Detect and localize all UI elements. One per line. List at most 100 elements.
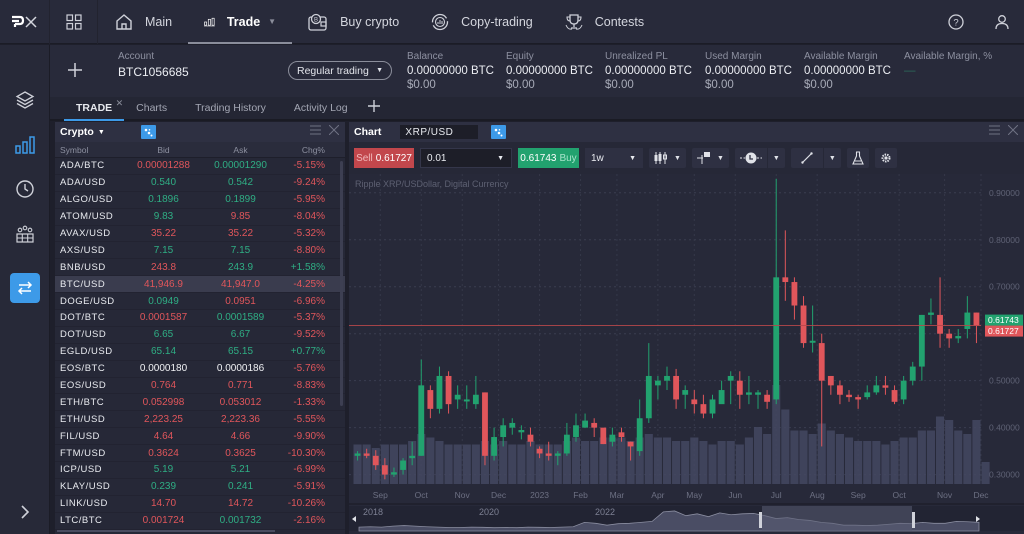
price-chart[interactable]: 0.900000.800000.700000.600000.500000.400…	[349, 174, 1024, 534]
navigator-handle-right[interactable]	[912, 512, 915, 528]
candle-up	[436, 375, 443, 409]
timeframe-value: 1w	[591, 152, 604, 164]
tab-activity-log[interactable]: Activity Log	[278, 97, 360, 119]
watchlist-row[interactable]: AXS/USD 7.15 7.15 -8.80%	[55, 242, 345, 260]
col-ask[interactable]: Ask	[202, 145, 279, 155]
watchlist-row[interactable]: FTM/USD 0.3624 0.3625 -10.30%	[55, 445, 345, 463]
candle-up	[554, 453, 561, 456]
nav-contests[interactable]: Contests	[549, 0, 660, 44]
chevron-down-icon[interactable]: ▼	[829, 155, 836, 162]
close-icon[interactable]	[1008, 125, 1018, 135]
drawing-tools-button[interactable]: ▼	[790, 148, 841, 168]
navigator-selection[interactable]	[762, 506, 912, 531]
y-tick-label: 0.80000	[989, 235, 1020, 245]
link-panels-button[interactable]	[140, 125, 156, 139]
col-bid[interactable]: Bid	[125, 145, 202, 155]
volume-bar	[835, 434, 844, 484]
add-tab-button[interactable]	[360, 99, 388, 117]
volume-bar	[508, 444, 517, 484]
sidebar-item-transfer[interactable]	[10, 273, 40, 303]
ask-cell: 14.72	[227, 498, 254, 510]
time-tools-button[interactable]: ▼	[734, 148, 785, 168]
sidebar-item-layers[interactable]	[10, 85, 40, 115]
watchlist-row[interactable]: LINK/USD 14.70 14.72 -10.26%	[55, 496, 345, 513]
sidebar-expand-button[interactable]	[10, 497, 40, 527]
timeframe-select[interactable]: 1w ▼	[585, 148, 643, 168]
watchlist-row[interactable]: LTC/BTC 0.001724 0.001732 -2.16%	[55, 513, 345, 530]
close-tab-icon[interactable]: ✕	[116, 98, 124, 109]
chg-cell: -5.91%	[293, 481, 325, 493]
candlestick-chart[interactable]: 0.900000.800000.700000.600000.500000.400…	[349, 174, 1024, 534]
watchlist-row[interactable]: DOGE/USD 0.0949 0.0951 -6.96%	[55, 293, 345, 311]
watchlist-row[interactable]: ICP/USD 5.19 5.21 -6.99%	[55, 462, 345, 479]
ask-cell: 7.15	[230, 244, 251, 256]
chart-symbol-input[interactable]: XRP/USD	[400, 125, 479, 139]
watchlist-row[interactable]: EGLD/USD 65.14 65.15 +0.77%	[55, 344, 345, 361]
indicators-button[interactable]: ▼	[691, 148, 729, 168]
watchlist-row[interactable]: DOT/BTC 0.0001587 0.0001589 -5.37%	[55, 310, 345, 327]
sell-button[interactable]: Sell 0.61727	[354, 148, 414, 168]
menu-icon[interactable]	[310, 125, 321, 135]
chart-settings-button[interactable]	[874, 148, 897, 168]
tab-charts[interactable]: Charts	[124, 97, 179, 119]
watchlist-row[interactable]: ETH/BTC 0.052998 0.053012 -1.33%	[55, 394, 345, 412]
strategy-lab-button[interactable]	[846, 148, 869, 168]
nav-copy-trading[interactable]: Copy-trading	[415, 0, 549, 44]
symbol-cell: ICP/USD	[60, 464, 103, 476]
sidebar-item-community[interactable]	[10, 219, 40, 249]
candle-up	[645, 375, 652, 419]
watchlist-row[interactable]: DOT/USD 6.65 6.67 -9.52%	[55, 327, 345, 344]
watchlist-row[interactable]: KLAY/USD 0.239 0.241 -5.91%	[55, 479, 345, 496]
add-account-button[interactable]	[64, 59, 86, 81]
chart-type-button[interactable]: ▼	[649, 148, 686, 168]
watchlist-row[interactable]: ADA/BTC 0.00001288 0.00001290 -5.15%	[55, 158, 345, 175]
x-tick-label: Dec	[973, 490, 989, 500]
sidebar-item-charts[interactable]	[10, 130, 40, 160]
nav-buy-crypto[interactable]: B Buy crypto	[292, 0, 415, 44]
y-tick-label: 0.40000	[989, 423, 1020, 433]
watchlist-row[interactable]: BTC/USD 41,946.9 41,947.0 -4.25%	[55, 276, 345, 294]
help-icon[interactable]: ?	[948, 13, 964, 30]
buy-button[interactable]: 0.61743 Buy	[518, 148, 579, 168]
watchlist-row[interactable]: BNB/USD 243.8 243.9 +1.58%	[55, 259, 345, 277]
workspace-tabs: TRADE ✕ Charts Trading History Activity …	[50, 97, 1024, 121]
watchlist-row[interactable]: EOS/BTC 0.0000180 0.0000186 -5.76%	[55, 361, 345, 378]
buy-label: Buy	[559, 152, 577, 164]
volume-bar	[617, 437, 626, 484]
nav-trade[interactable]: Trade ▼	[188, 0, 293, 44]
chevron-down-icon[interactable]: ▼	[773, 155, 780, 162]
logo[interactable]	[0, 0, 50, 44]
user-profile-icon[interactable]	[994, 14, 1010, 30]
watchlist-row[interactable]: FIL/USD 4.64 4.66 -9.90%	[55, 428, 345, 446]
horizontal-scrollbar[interactable]	[57, 530, 275, 532]
candle-up	[873, 385, 880, 393]
navigator-handle-left[interactable]	[759, 512, 762, 528]
watchlist-row[interactable]: ATOM/USD 9.83 9.85 -8.04%	[55, 209, 345, 226]
watchlist-row[interactable]: EOS/USD 0.764 0.771 -8.83%	[55, 378, 345, 395]
watchlist-row[interactable]: ALGO/USD 0.1896 0.1899 -5.95%	[55, 192, 345, 209]
chevron-down-icon[interactable]: ▼	[98, 129, 105, 136]
candle-down	[846, 394, 852, 398]
menu-icon[interactable]	[989, 125, 1000, 135]
panel-controls	[989, 125, 1018, 135]
ask-cell: 0.0001589	[216, 312, 265, 324]
chg-cell: -6.99%	[293, 464, 325, 476]
watchlist-row[interactable]: ADA/USD 0.540 0.542 -9.24%	[55, 175, 345, 192]
nav-main[interactable]: Main	[98, 0, 188, 44]
watchlist-row[interactable]: ETH/USD 2,223.25 2,223.36 -5.55%	[55, 411, 345, 429]
sidebar-item-history[interactable]	[10, 174, 40, 204]
watchlist-category-select[interactable]: Crypto	[60, 126, 94, 138]
apps-grid-button[interactable]	[50, 0, 98, 44]
vertical-scrollbar[interactable]	[340, 161, 343, 406]
tab-trade[interactable]: TRADE ✕	[64, 97, 125, 121]
tab-trading-history[interactable]: Trading History	[179, 97, 278, 119]
symbol-cell: ETH/USD	[60, 413, 106, 425]
volume-bar	[753, 427, 763, 484]
close-icon[interactable]	[329, 125, 339, 135]
col-symbol[interactable]: Symbol	[55, 145, 125, 155]
watchlist-row[interactable]: AVAX/USD 35.22 35.22 -5.32%	[55, 226, 345, 243]
quantity-select[interactable]: 0.01 ▼	[420, 148, 512, 168]
trading-mode-select[interactable]: Regular trading ▼	[288, 61, 392, 80]
link-panels-button[interactable]	[491, 125, 507, 139]
col-chg[interactable]: Chg%	[279, 145, 339, 155]
